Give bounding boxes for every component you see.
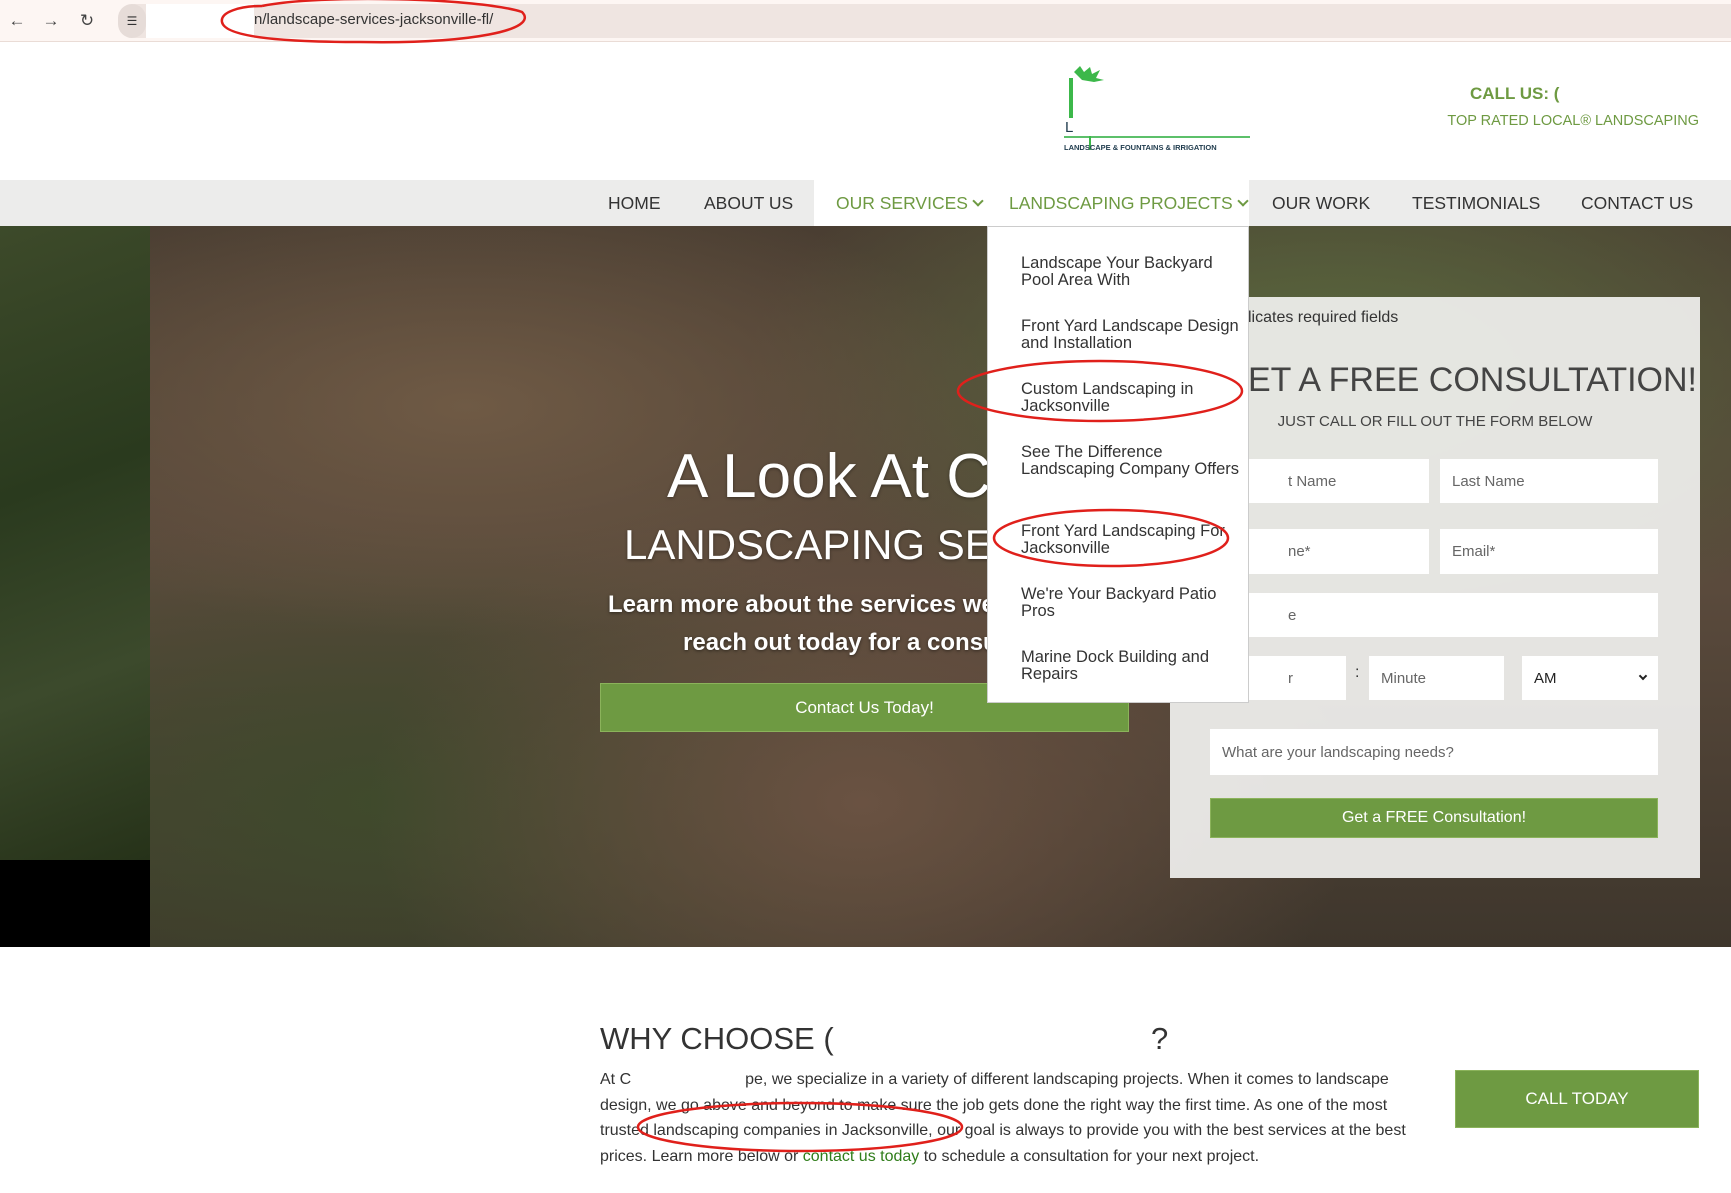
last-name-input[interactable]: Last Name bbox=[1440, 459, 1658, 503]
ampm-select[interactable]: AM bbox=[1522, 656, 1658, 700]
dropdown-item[interactable]: Front Yard Landscape Design and Installa… bbox=[1021, 318, 1241, 351]
logo[interactable]: L LANDSCAPE & FOUNTAINS & IRRIGATION bbox=[1064, 64, 1254, 154]
why-choose-heading: WHY CHOOSE ( bbox=[600, 1021, 834, 1056]
dropdown-item[interactable]: See The Difference Landscaping Company O… bbox=[1021, 444, 1241, 477]
nav-our-services[interactable]: OUR SERVICES bbox=[814, 180, 986, 226]
nav-testimonials[interactable]: TESTIMONIALS bbox=[1412, 180, 1540, 226]
call-us-phone[interactable]: CALL US: ( bbox=[1470, 84, 1559, 104]
chevron-down-icon bbox=[1236, 195, 1249, 207]
hero-text-line: Learn more about the services we o bbox=[608, 591, 1017, 618]
nav-our-work[interactable]: OUR WORK bbox=[1272, 180, 1370, 226]
text: prices. Learn more below or bbox=[600, 1148, 803, 1165]
dropdown-item[interactable]: Custom Landscaping in Jacksonville bbox=[1021, 381, 1241, 414]
tune-icon[interactable]: ☰ bbox=[118, 4, 146, 38]
dropdown-item[interactable]: We're Your Backyard Patio Pros bbox=[1021, 586, 1241, 619]
text: to schedule a consultation for your next… bbox=[919, 1148, 1260, 1165]
form-subheading: JUST CALL OR FILL OUT THE FORM BELOW bbox=[1277, 413, 1593, 430]
nav-label: LANDSCAPING PROJECTS bbox=[1009, 193, 1233, 213]
nav-about-us[interactable]: ABOUT US bbox=[704, 180, 793, 226]
paragraph-line: trusted landscaping companies in Jackson… bbox=[600, 1122, 1406, 1139]
landscaping-needs-input[interactable]: What are your landscaping needs? bbox=[1210, 729, 1658, 775]
consultation-form: licates required fields ET A FREE CONSUL… bbox=[1170, 297, 1700, 878]
call-today-button[interactable]: CALL TODAY bbox=[1455, 1070, 1699, 1128]
nav-home[interactable]: HOME bbox=[608, 180, 661, 226]
paragraph-line: design, we go above and beyond to make s… bbox=[600, 1097, 1388, 1114]
hero-side-image bbox=[0, 226, 150, 860]
dropdown-item[interactable]: Front Yard Landscaping For Jacksonville bbox=[1021, 523, 1241, 556]
svg-text:L: L bbox=[1065, 119, 1073, 136]
email-input[interactable]: Email* bbox=[1440, 529, 1658, 574]
text: At C bbox=[600, 1071, 632, 1088]
dropdown-item[interactable]: Landscape Your Backyard Pool Area With bbox=[1021, 255, 1241, 288]
header-tagline: TOP RATED LOCAL® LANDSCAPING bbox=[1447, 113, 1699, 129]
svg-text:LANDSCAPE & FOUNTAINS & IRRIGA: LANDSCAPE & FOUNTAINS & IRRIGATION bbox=[1064, 143, 1217, 152]
arrow-right-icon[interactable]: → bbox=[38, 8, 64, 34]
palm-logo-icon: L LANDSCAPE & FOUNTAINS & IRRIGATION bbox=[1064, 66, 1250, 152]
landscaping-projects-dropdown: Landscape Your Backyard Pool Area With F… bbox=[987, 226, 1249, 703]
dropdown-item[interactable]: Marine Dock Building and Repairs bbox=[1021, 649, 1241, 682]
reload-icon[interactable]: ↻ bbox=[74, 8, 100, 34]
main-nav: HOME ABOUT US OUR SERVICES LANDSCAPING P… bbox=[0, 180, 1731, 226]
text: pe, we specialize in a variety of differ… bbox=[745, 1071, 1389, 1088]
contact-us-today-link[interactable]: contact us today bbox=[803, 1148, 920, 1165]
get-free-consultation-button[interactable]: Get a FREE Consultation! bbox=[1210, 798, 1658, 838]
nav-contact-us[interactable]: CONTACT US bbox=[1581, 180, 1693, 226]
time-separator: : bbox=[1355, 664, 1360, 681]
form-heading: ET A FREE CONSULTATION! bbox=[1248, 361, 1698, 399]
browser-toolbar: ← → ↻ ☰ n/landscape-services-jacksonvill… bbox=[0, 0, 1731, 42]
hero-text-line: reach out today for a consult bbox=[683, 629, 1013, 656]
hero-side-black bbox=[0, 860, 150, 947]
url-redaction bbox=[146, 4, 254, 38]
hero-subtitle: LANDSCAPING SER bbox=[624, 521, 1024, 568]
nav-landscaping-projects[interactable]: LANDSCAPING PROJECTS bbox=[986, 180, 1249, 226]
minute-input[interactable]: Minute bbox=[1369, 656, 1504, 700]
url-text[interactable]: n/landscape-services-jacksonville-fl/ bbox=[254, 11, 493, 28]
chevron-down-icon bbox=[972, 195, 984, 207]
paragraph-line: prices. Learn more below or contact us t… bbox=[600, 1148, 1259, 1166]
paragraph-line: At C pe, we specialize in a variety of di… bbox=[600, 1071, 1389, 1089]
chevron-down-icon bbox=[1638, 671, 1648, 681]
hero-title: A Look At C bbox=[667, 442, 991, 511]
nav-label: OUR SERVICES bbox=[836, 193, 968, 213]
date-input[interactable]: e bbox=[1210, 593, 1658, 637]
hero-section: A Look At C LANDSCAPING SER Learn more a… bbox=[0, 226, 1731, 947]
ampm-value: AM bbox=[1534, 669, 1557, 687]
required-fields-note: licates required fields bbox=[1248, 309, 1399, 326]
why-choose-heading-end: ? bbox=[1151, 1021, 1169, 1056]
arrow-left-icon[interactable]: ← bbox=[4, 8, 30, 34]
